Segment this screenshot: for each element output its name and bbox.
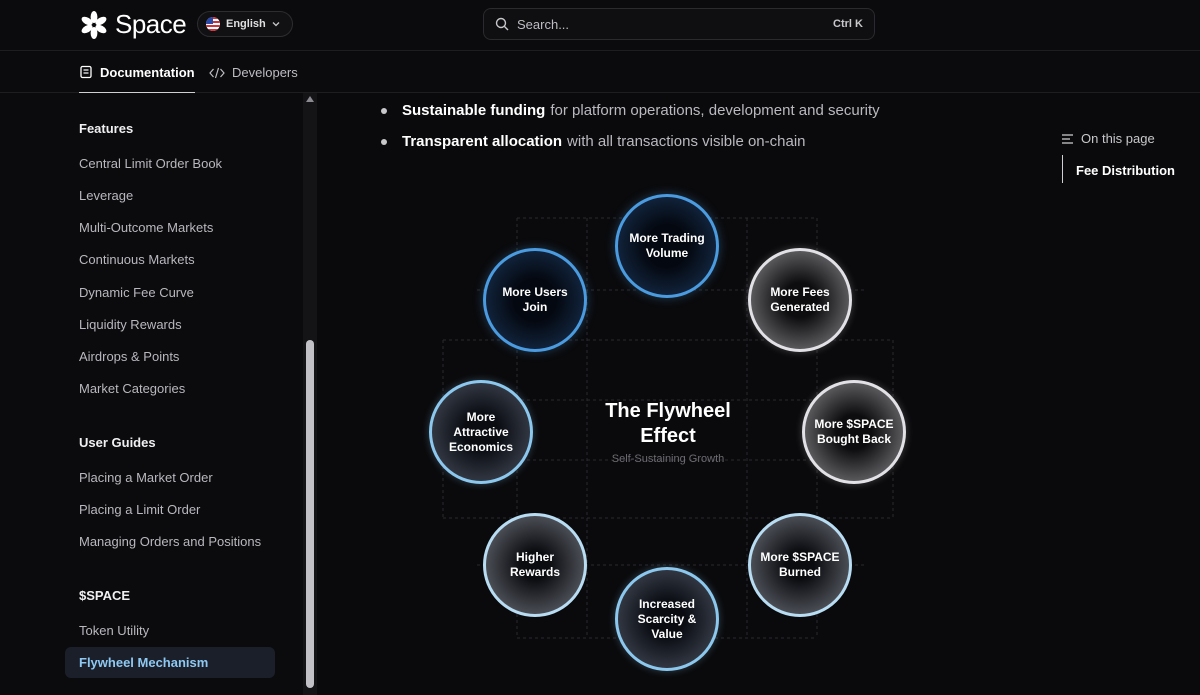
code-icon [209, 67, 225, 78]
sidebar-section-user-guides: User Guides [79, 435, 156, 450]
tab-documentation[interactable]: Documentation [79, 52, 195, 93]
toc-heading: On this page [1062, 131, 1155, 146]
book-icon [80, 65, 92, 79]
list-icon [1062, 133, 1073, 144]
tab-developers[interactable]: Developers [209, 52, 298, 93]
chevron-down-icon [272, 22, 280, 27]
sidebar-scrollbar[interactable] [303, 93, 317, 695]
flywheel-node-bought-back: More $SPACE Bought Back [802, 380, 906, 484]
flywheel-node-scarcity: Increased Scarcity & Value [615, 567, 719, 671]
search-shortcut: Ctrl K [833, 18, 863, 30]
sidebar-item-market-order[interactable]: Placing a Market Order [79, 470, 213, 485]
flywheel-node-higher-rewards: Higher Rewards [483, 513, 587, 617]
sidebar-item-leverage[interactable]: Leverage [79, 188, 133, 203]
sidebar-item-limit-order[interactable]: Placing a Limit Order [79, 502, 200, 517]
sidebar-item-multi-outcome[interactable]: Multi-Outcome Markets [79, 220, 213, 235]
flywheel-title-line1: The Flywheel [605, 400, 731, 422]
sidebar-item-fee-curve[interactable]: Dynamic Fee Curve [79, 285, 194, 300]
sidebar-item-managing-orders[interactable]: Managing Orders and Positions [79, 534, 261, 549]
toc-active-indicator [1062, 155, 1063, 183]
sidebar-section-features: Features [79, 121, 134, 136]
flywheel-node-trading-volume: More Trading Volume [615, 194, 719, 298]
sidebar-item-airdrops[interactable]: Airdrops & Points [79, 349, 179, 364]
toc-heading-label: On this page [1081, 131, 1155, 146]
docs-page: Sustainable funding for platform operati… [0, 0, 1200, 695]
flywheel-node-fees-generated: More Fees Generated [748, 248, 852, 352]
nav-tabs: Documentation Developers [0, 52, 1200, 93]
flywheel-subtitle: Self-Sustaining Growth [611, 453, 725, 465]
sidebar-item-clob[interactable]: Central Limit Order Book [79, 156, 222, 171]
tab-developers-label: Developers [232, 65, 298, 80]
search-placeholder: Search... [517, 16, 570, 32]
search-icon [495, 17, 509, 31]
us-flag-icon [206, 17, 220, 31]
logo[interactable]: Space [79, 9, 187, 40]
search-input[interactable]: Search... Ctrl K [483, 8, 875, 40]
tab-documentation-label: Documentation [100, 64, 195, 80]
main-content: Sustainable funding for platform operati… [317, 0, 1040, 695]
flywheel-node-burned: More $SPACE Burned [748, 513, 852, 617]
sidebar-item-flywheel-label: Flywheel Mechanism [79, 655, 209, 670]
scrollbar-thumb[interactable] [306, 340, 314, 688]
flywheel-title: The Flywheel Effect [568, 399, 768, 449]
language-selector[interactable]: English [197, 11, 293, 37]
language-label: English [226, 18, 266, 30]
logo-text: Space [115, 9, 187, 39]
flywheel-node-attractive-economics: More Attractive Economics [429, 380, 533, 484]
toc-item-fee-distribution[interactable]: Fee Distribution [1076, 163, 1175, 178]
sidebar-item-liquidity-rewards[interactable]: Liquidity Rewards [79, 317, 182, 332]
asterisk-logo-icon [81, 10, 107, 39]
sidebar-section-space: $SPACE [79, 588, 131, 603]
sidebar-item-continuous[interactable]: Continuous Markets [79, 252, 195, 267]
flywheel-node-users-join: More Users Join [483, 248, 587, 352]
sidebar-item-token-utility[interactable]: Token Utility [79, 623, 149, 638]
sidebar-item-flywheel[interactable]: Flywheel Mechanism [65, 647, 275, 678]
sidebar: Features Central Limit Order Book Levera… [0, 93, 303, 695]
top-header: Space English Search... Ctrl K [0, 0, 1200, 51]
sidebar-item-market-categories[interactable]: Market Categories [79, 381, 185, 396]
flywheel-title-line2: Effect [640, 425, 696, 447]
scroll-up-arrow-icon[interactable] [306, 96, 314, 102]
